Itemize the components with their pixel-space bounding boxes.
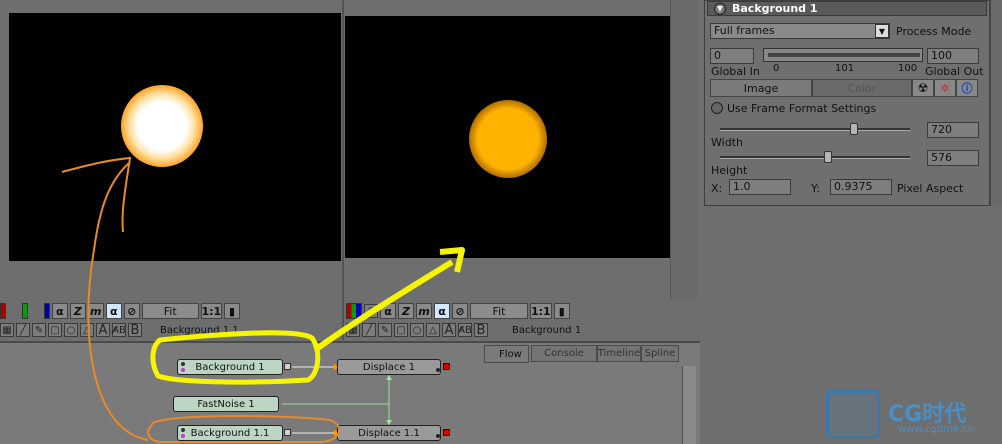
node-label: Background 1.1 bbox=[190, 427, 270, 439]
node-background-1-1[interactable]: Background 1.1 bbox=[177, 425, 283, 441]
chevron-down-icon[interactable]: ▼ bbox=[875, 24, 889, 38]
node-label: FastNoise 1 bbox=[197, 398, 255, 410]
width-slider[interactable] bbox=[720, 128, 910, 131]
height-slider-thumb[interactable] bbox=[824, 151, 832, 163]
global-in-label: Global In bbox=[711, 65, 760, 78]
global-out-value: 100 bbox=[931, 49, 952, 62]
node-label: Displace 1.1 bbox=[358, 427, 420, 439]
width-label: Width bbox=[711, 136, 743, 149]
range-mid-label: 101 bbox=[835, 63, 855, 74]
radioactive-icon[interactable]: ☢ bbox=[912, 79, 934, 97]
inspector-header[interactable]: ▼ Background 1 bbox=[707, 1, 987, 16]
height-field[interactable]: 576 bbox=[927, 150, 979, 166]
gear-icon[interactable]: ✲ bbox=[934, 79, 956, 97]
width-field[interactable]: 720 bbox=[927, 122, 979, 138]
output-port[interactable] bbox=[284, 429, 291, 436]
use-frame-format-label: Use Frame Format Settings bbox=[727, 102, 877, 115]
inspector-scrollbar[interactable] bbox=[990, 0, 1002, 206]
y-label: Y: bbox=[811, 182, 820, 195]
output-port[interactable] bbox=[443, 363, 450, 370]
y-value: 0.9375 bbox=[834, 180, 873, 193]
height-value: 576 bbox=[931, 151, 952, 164]
pixel-aspect-label: Pixel Aspect bbox=[897, 182, 964, 195]
flow-connections bbox=[282, 364, 392, 436]
node-indicator-icon bbox=[436, 368, 440, 372]
output-port[interactable] bbox=[443, 429, 450, 436]
node-displace-1[interactable]: Displace 1 bbox=[337, 359, 441, 375]
tab-image-label: Image bbox=[743, 81, 779, 95]
global-in-value: 0 bbox=[714, 49, 721, 62]
height-label: Height bbox=[711, 164, 748, 177]
output-port[interactable] bbox=[284, 363, 291, 370]
info-icon[interactable]: ⓘ bbox=[956, 79, 978, 97]
global-out-label: Global Out bbox=[925, 65, 984, 78]
node-background-1[interactable]: Background 1 bbox=[177, 359, 283, 375]
tab-image[interactable]: Image bbox=[710, 79, 812, 97]
process-mode-label: Process Mode bbox=[896, 25, 972, 38]
x-label: X: bbox=[711, 182, 723, 195]
node-indicator-icon bbox=[181, 428, 185, 432]
inspector-title: Background 1 bbox=[732, 2, 818, 15]
global-out-field[interactable]: 100 bbox=[927, 48, 979, 64]
node-indicator-icon bbox=[181, 434, 185, 438]
inspector-panel: ▼ Background 1 Full frames ▼ Process Mod… bbox=[704, 0, 990, 206]
watermark-url: www.cgtime.cn bbox=[898, 424, 975, 435]
use-frame-format-radio[interactable] bbox=[711, 102, 723, 114]
watermark-logo-icon bbox=[826, 390, 880, 438]
node-label: Background 1 bbox=[195, 361, 265, 373]
x-field[interactable]: 1.0 bbox=[729, 179, 791, 195]
tab-color-label: Color bbox=[847, 81, 877, 95]
range-slider-bar bbox=[768, 53, 920, 57]
process-mode-value: Full frames bbox=[714, 24, 775, 37]
collapse-icon[interactable]: ▼ bbox=[714, 2, 726, 15]
x-value: 1.0 bbox=[733, 180, 751, 193]
tab-color[interactable]: Color bbox=[812, 79, 912, 97]
range-start-label: 0 bbox=[773, 63, 780, 74]
node-indicator-icon bbox=[436, 434, 440, 438]
node-displace-1-1[interactable]: Displace 1.1 bbox=[337, 425, 441, 441]
height-slider[interactable] bbox=[720, 156, 910, 159]
node-indicator-icon bbox=[181, 368, 185, 372]
process-mode-dropdown[interactable]: Full frames bbox=[710, 23, 890, 39]
node-indicator-icon bbox=[181, 362, 185, 366]
node-fastnoise-1[interactable]: FastNoise 1 bbox=[173, 396, 279, 412]
width-value: 720 bbox=[931, 123, 952, 136]
global-in-field[interactable]: 0 bbox=[710, 48, 754, 64]
y-field[interactable]: 0.9375 bbox=[830, 179, 892, 195]
node-label: Displace 1 bbox=[362, 361, 416, 373]
range-end-label: 100 bbox=[898, 63, 918, 74]
width-slider-thumb[interactable] bbox=[850, 123, 858, 135]
